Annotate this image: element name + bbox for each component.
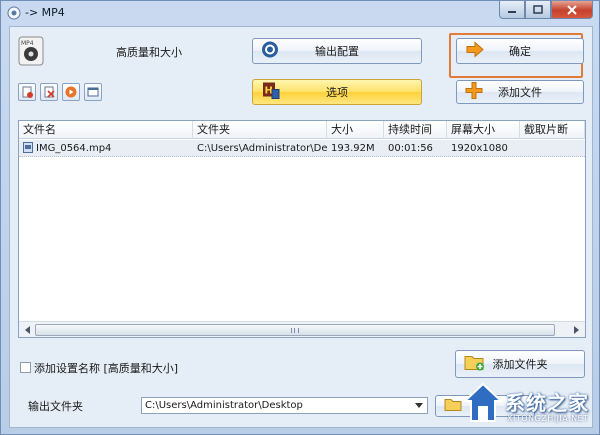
cell-filename: IMG_0564.mp4 [19, 140, 193, 157]
dialog-body: MP4 高质量和大小 输出配置 确定 H 选项 添加文件 文件名 文件夹 大小 … [9, 26, 593, 428]
output-folder-label: 输出文件夹 [28, 400, 83, 413]
add-setting-name-label: 添加设置名称 [高质量和大小] [34, 362, 179, 375]
output-folder-value: C:\Users\Administrator\Desktop [145, 400, 303, 411]
watermark: 系统之家 XITONGZHIJIA.NET [459, 379, 599, 431]
table-row[interactable]: IMG_0564.mp4 C:\Users\Administrator\Des.… [19, 140, 585, 157]
quality-label: 高质量和大小 [116, 46, 182, 59]
app-title-icon [7, 6, 21, 20]
scroll-grip-icon [291, 328, 299, 333]
folder-add-icon [464, 354, 486, 375]
column-header-duration[interactable]: 持续时间 [384, 121, 447, 139]
cell-folder: C:\Users\Administrator\Des... [197, 143, 327, 154]
options-icon: H [261, 81, 281, 104]
horizontal-scrollbar[interactable] [19, 321, 585, 337]
clear-list-button[interactable] [40, 83, 58, 101]
output-folder-select[interactable]: C:\Users\Administrator\Desktop [141, 397, 428, 414]
title-bar: -> MP4 [1, 1, 599, 25]
plus-icon [465, 82, 483, 103]
clear-list-icon [44, 86, 55, 98]
table-header: 文件名 文件夹 大小 持续时间 屏幕大小 截取片断 [19, 121, 585, 139]
ok-button[interactable]: 确定 [456, 38, 584, 64]
cell-size: 193.92M [331, 143, 375, 154]
watermark-url: XITONGZHIJIA.NET [507, 414, 589, 423]
cell-resolution: 1920x1080 [451, 143, 508, 154]
small-toolbar [18, 83, 102, 101]
maximize-button[interactable] [525, 1, 551, 19]
add-folder-button[interactable]: 添加文件夹 [455, 350, 585, 378]
arrow-right-icon [465, 41, 485, 61]
watermark-text: 系统之家 [505, 391, 589, 415]
output-config-button[interactable]: 输出配置 [252, 38, 422, 64]
scroll-left-arrow-icon[interactable] [22, 324, 34, 336]
add-file-button[interactable]: 添加文件 [456, 80, 584, 104]
app-window: -> MP4 MP4 高质量和大小 输出配置 确定 H 选项 添加文件 文件名 … [0, 0, 600, 435]
video-file-icon [23, 142, 33, 157]
scrollbar-thumb[interactable] [35, 324, 555, 336]
watermark-logo-icon [462, 382, 504, 422]
remove-file-icon [22, 86, 33, 98]
column-header-clip[interactable]: 截取片断 [520, 121, 585, 139]
column-header-size[interactable]: 大小 [327, 121, 384, 139]
close-icon [567, 4, 577, 15]
file-list-table: 文件名 文件夹 大小 持续时间 屏幕大小 截取片断 IMG_0564.mp4 C… [18, 120, 586, 338]
cell-duration: 00:01:56 [388, 143, 433, 154]
minimize-button[interactable] [499, 1, 525, 19]
dropdown-arrow-icon[interactable] [412, 399, 426, 412]
add-setting-name-checkbox[interactable] [20, 362, 31, 373]
window-title: -> MP4 [25, 6, 65, 19]
file-name-text: IMG_0564.mp4 [36, 143, 112, 154]
format-logo-icon: MP4 [18, 36, 44, 66]
svg-text:MP4: MP4 [21, 40, 34, 47]
options-button[interactable]: H 选项 [252, 79, 422, 105]
minimize-icon [508, 10, 516, 13]
output-config-icon [261, 41, 279, 62]
column-header-filename[interactable]: 文件名 [19, 121, 193, 139]
remove-item-button[interactable] [18, 83, 36, 101]
cell-clip [520, 140, 585, 157]
maximize-icon [533, 5, 543, 14]
info-window-icon [87, 87, 99, 97]
play-icon [65, 86, 77, 98]
column-header-folder[interactable]: 文件夹 [193, 121, 327, 139]
info-button[interactable] [84, 83, 102, 101]
window-controls [499, 1, 593, 19]
play-button[interactable] [62, 83, 80, 101]
scroll-right-arrow-icon[interactable] [570, 324, 582, 336]
close-button[interactable] [551, 1, 593, 19]
column-header-resolution[interactable]: 屏幕大小 [447, 121, 520, 139]
